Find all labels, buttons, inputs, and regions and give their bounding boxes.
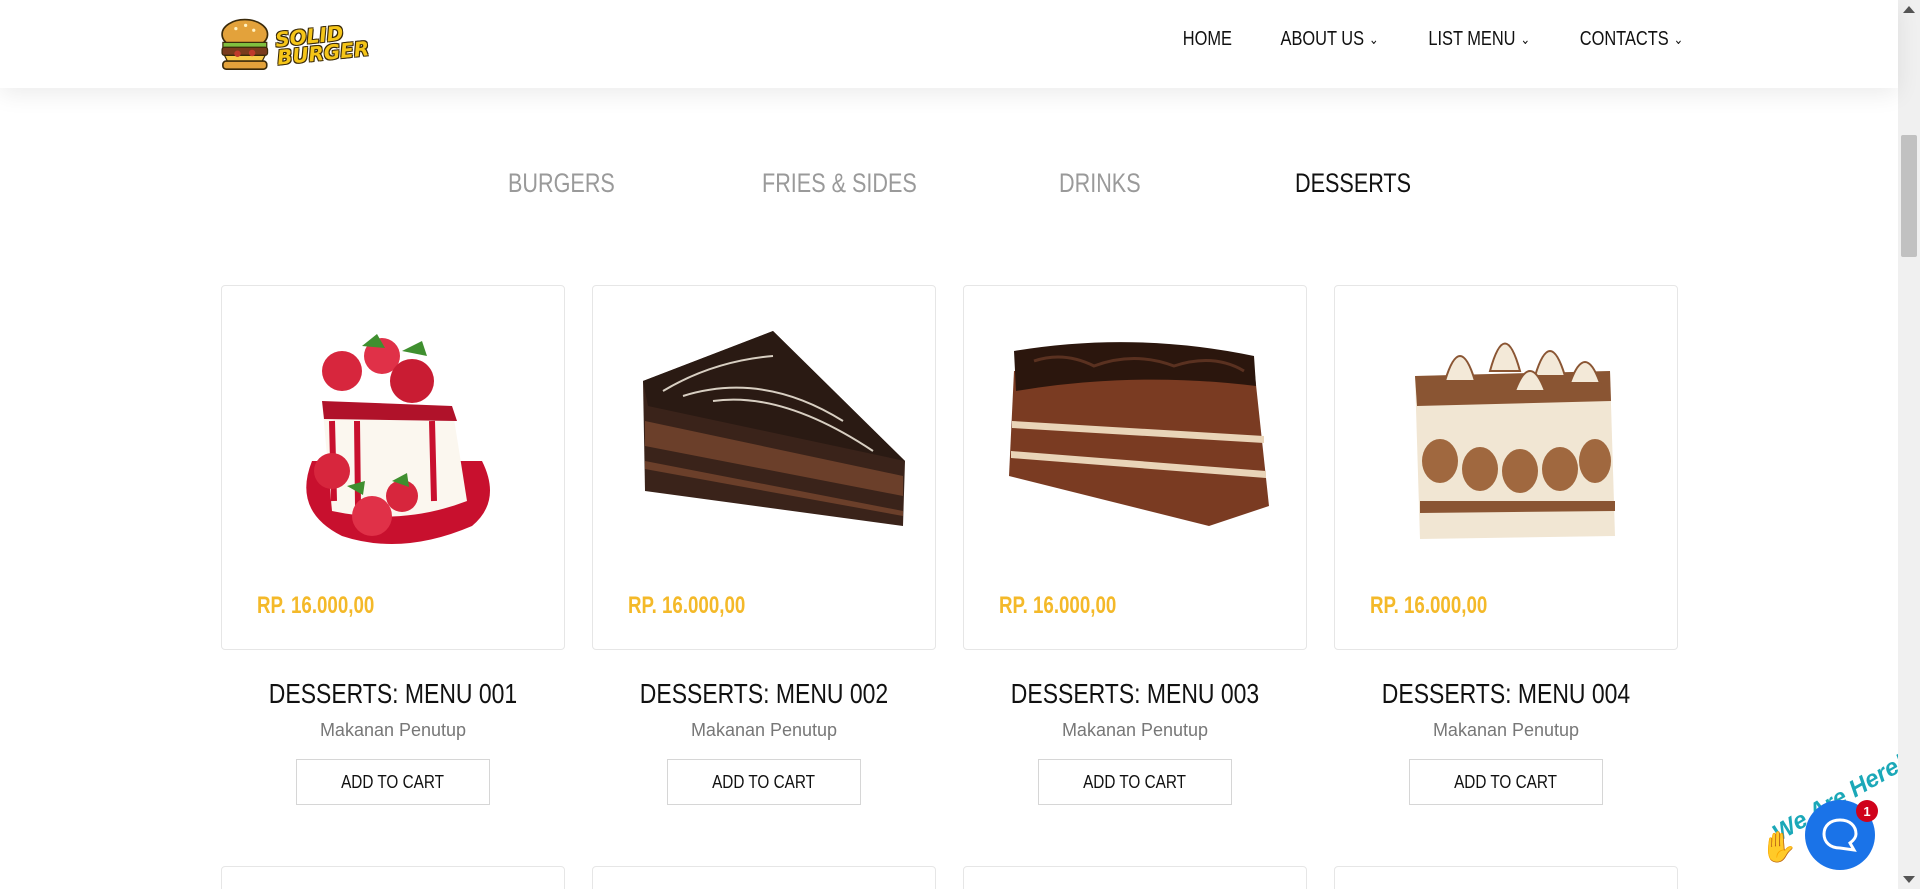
main-nav: HOME ABOUT US ⌄ LIST MENU ⌄ CONTACTS ⌄ — [1145, 28, 1683, 51]
product-image-box[interactable] — [592, 866, 936, 889]
add-to-cart-label: ADD TO CART — [712, 771, 816, 792]
brand-logo[interactable]: SOLID BURGER — [218, 8, 370, 80]
scroll-down-arrow-icon[interactable] — [1903, 876, 1915, 883]
page-scrollbar[interactable] — [1898, 0, 1920, 889]
chevron-down-icon: ⌄ — [1673, 31, 1683, 47]
product-subtitle: Makanan Penutup — [1061, 720, 1209, 740]
tab-fries-sides[interactable]: FRIES & SIDES — [762, 168, 917, 199]
product-card: RP. 16.000,00 DESSERTS: MENU 001 Makanan… — [221, 285, 565, 805]
add-to-cart-label: ADD TO CART — [341, 771, 445, 792]
nav-home[interactable]: HOME — [1183, 28, 1232, 51]
add-to-cart-button[interactable]: ADD TO CART — [667, 759, 861, 805]
scroll-up-arrow-icon[interactable] — [1903, 6, 1915, 13]
product-title[interactable]: DESSERTS: MENU 002 — [623, 678, 905, 710]
product-image-box[interactable] — [1334, 866, 1678, 889]
add-to-cart-button[interactable]: ADD TO CART — [1038, 759, 1232, 805]
nav-contacts-label: CONTACTS — [1579, 28, 1669, 50]
chocolate-brownie-cake-image — [1009, 342, 1269, 526]
chevron-down-icon: ⌄ — [1520, 31, 1530, 47]
tab-drinks[interactable]: DRINKS — [1059, 168, 1141, 199]
product-image-box[interactable] — [221, 866, 565, 889]
product-image-box[interactable]: RP. 16.000,00 — [1334, 285, 1678, 650]
nav-about-us-label: ABOUT US — [1280, 28, 1365, 50]
tab-burgers[interactable]: BURGERS — [508, 168, 615, 199]
scrollbar-thumb[interactable] — [1901, 135, 1917, 257]
product-image-box[interactable]: RP. 16.000,00 — [221, 285, 565, 650]
waving-hand-icon: ✋ — [1760, 831, 1798, 864]
product-title[interactable]: DESSERTS: MENU 004 — [1365, 678, 1647, 710]
add-to-cart-label: ADD TO CART — [1083, 771, 1187, 792]
product-subtitle: Makanan Penutup — [1432, 720, 1580, 740]
product-price: RP. 16.000,00 — [628, 592, 746, 619]
burger-logo-icon — [221, 18, 269, 70]
product-title[interactable]: DESSERTS: MENU 001 — [252, 678, 534, 710]
product-subtitle: Makanan Penutup — [319, 720, 467, 740]
product-subtitle: Makanan Penutup — [690, 720, 838, 740]
live-chat-widget: We Are Here! ✋ 1 — [1760, 749, 1911, 880]
product-price: RP. 16.000,00 — [1370, 592, 1488, 619]
nav-list-menu[interactable]: LIST MENU ⌄ — [1428, 28, 1530, 51]
chat-bubble-icon — [1822, 818, 1858, 852]
product-title[interactable]: DESSERTS: MENU 003 — [994, 678, 1276, 710]
chat-notification-badge: 1 — [1856, 800, 1878, 822]
add-to-cart-label: ADD TO CART — [1454, 771, 1558, 792]
nav-contacts[interactable]: CONTACTS ⌄ — [1579, 28, 1683, 51]
chevron-down-icon: ⌄ — [1369, 31, 1379, 47]
product-card: RP. 16.000,00 DESSERTS: MENU 004 Makanan… — [1334, 285, 1678, 805]
product-image-box[interactable] — [963, 866, 1307, 889]
brand-wordmark: SOLID BURGER — [274, 21, 370, 70]
tiramisu-image — [1415, 342, 1615, 539]
brand-line-2: BURGER — [275, 36, 370, 70]
menu-category-tabs: BURGERS FRIES & SIDES DRINKS DESSERTS — [0, 168, 1898, 208]
nav-about-us[interactable]: ABOUT US ⌄ — [1281, 28, 1379, 51]
product-price: RP. 16.000,00 — [999, 592, 1117, 619]
nav-list-menu-label: LIST MENU — [1428, 28, 1516, 50]
tab-desserts[interactable]: DESSERTS — [1295, 168, 1411, 199]
add-to-cart-button[interactable]: ADD TO CART — [296, 759, 490, 805]
strawberry-cheesecake-image — [306, 334, 490, 544]
product-price: RP. 16.000,00 — [257, 592, 375, 619]
chocolate-cake-slice-image — [643, 331, 905, 526]
product-image-box[interactable]: RP. 16.000,00 — [592, 285, 936, 650]
product-card: RP. 16.000,00 DESSERTS: MENU 003 Makanan… — [963, 285, 1307, 805]
nav-home-label: HOME — [1182, 28, 1233, 50]
product-image-box[interactable]: RP. 16.000,00 — [963, 285, 1307, 650]
add-to-cart-button[interactable]: ADD TO CART — [1409, 759, 1603, 805]
site-header: SOLID BURGER HOME ABOUT US ⌄ LIST MENU ⌄… — [0, 0, 1898, 88]
product-card: RP. 16.000,00 DESSERTS: MENU 002 Makanan… — [592, 285, 936, 805]
